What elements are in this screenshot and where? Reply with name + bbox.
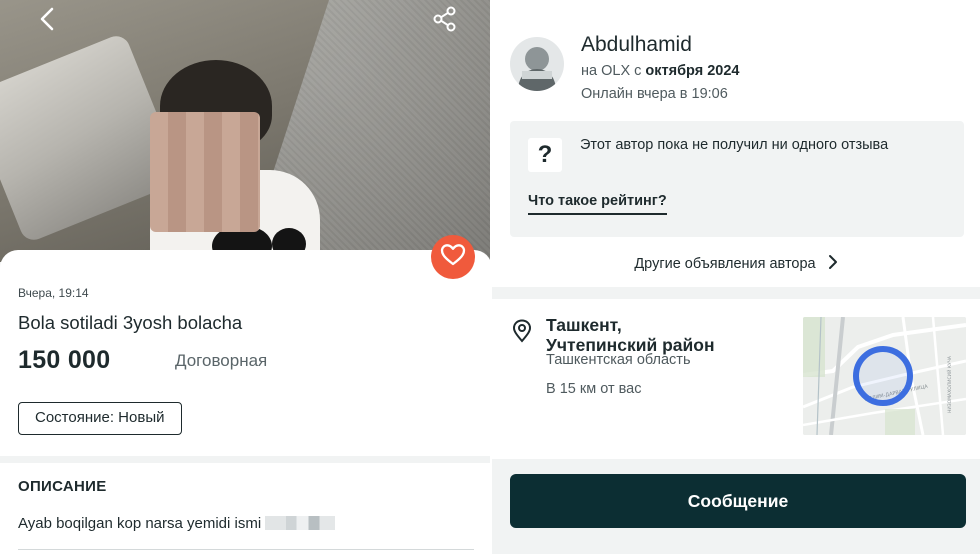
condition-badge: Состояние: Новый xyxy=(18,402,182,435)
back-arrow-icon[interactable] xyxy=(32,4,62,34)
location-region: Ташкентская область xyxy=(546,352,691,368)
description-text: Ayab boqilgan kop narsa yemidi ismi xyxy=(18,515,262,532)
heart-icon xyxy=(440,243,466,272)
location-pin-icon xyxy=(511,319,533,348)
rating-info-link[interactable]: Что такое рейтинг? xyxy=(528,193,667,215)
listing-price: 150 000 xyxy=(18,346,111,374)
message-button[interactable]: Сообщение xyxy=(510,474,966,528)
listing-photo[interactable] xyxy=(0,0,492,262)
rating-text: Этот автор пока не получил ни одного отз… xyxy=(580,137,889,153)
location-city-line1: Ташкент, xyxy=(546,315,622,335)
location-distance: В 15 км от вас xyxy=(546,381,642,397)
redacted-text xyxy=(265,516,336,530)
favorite-button[interactable] xyxy=(431,235,475,279)
location-section: Ташкент, Учтепинский район Ташкентская об… xyxy=(492,299,980,459)
description-text-row: Ayab boqilgan kop narsa yemidi ismi xyxy=(18,515,336,532)
other-ads-label: Другие объявления автора xyxy=(634,256,816,272)
description-section: ОПИСАНИЕ Ayab boqilgan kop narsa yemidi … xyxy=(0,463,492,554)
other-ads-link[interactable]: Другие объявления автора xyxy=(492,253,980,275)
location-map[interactable]: ИЛЛИМ-ДАРВАЗА УЛИЦА НИЗОМАХОЛИСИЙ КУЧА xyxy=(803,317,966,435)
posted-date: Вчера, 19:14 xyxy=(18,286,89,300)
member-since-prefix: на OLX с xyxy=(581,63,646,79)
question-icon: ? xyxy=(528,138,562,172)
map-area-marker xyxy=(853,346,913,406)
description-divider xyxy=(18,549,474,550)
last-online: Онлайн вчера в 19:06 xyxy=(581,86,728,102)
listing-title: Bola sotiladi 3yosh bolacha xyxy=(18,312,243,333)
share-icon[interactable] xyxy=(430,4,460,34)
seller-info: Abdulhamid на OLX с октября 2024 Онлайн … xyxy=(492,0,980,287)
member-since: на OLX с октября 2024 xyxy=(581,63,739,79)
location-city: Ташкент, Учтепинский район xyxy=(546,315,715,355)
listing-card: Вчера, 19:14 Bola sotiladi 3yosh bolacha… xyxy=(0,250,492,456)
photo-subject-blurred-face xyxy=(150,112,260,232)
avatar[interactable] xyxy=(510,37,564,91)
listing-panel: Вчера, 19:14 Bola sotiladi 3yosh bolacha… xyxy=(0,0,492,554)
description-heading: ОПИСАНИЕ xyxy=(18,478,107,495)
rating-box: ? Этот автор пока не получил ни одного о… xyxy=(510,121,964,237)
seller-panel: Abdulhamid на OLX с октября 2024 Онлайн … xyxy=(492,0,980,554)
seller-name[interactable]: Abdulhamid xyxy=(581,33,692,57)
negotiable-label: Договорная xyxy=(175,351,268,370)
map-street-label-2: НИЗОМАХОЛИСИЙ КУЧА xyxy=(946,355,953,413)
chevron-right-icon xyxy=(828,254,838,274)
member-since-date: октября 2024 xyxy=(645,63,740,79)
